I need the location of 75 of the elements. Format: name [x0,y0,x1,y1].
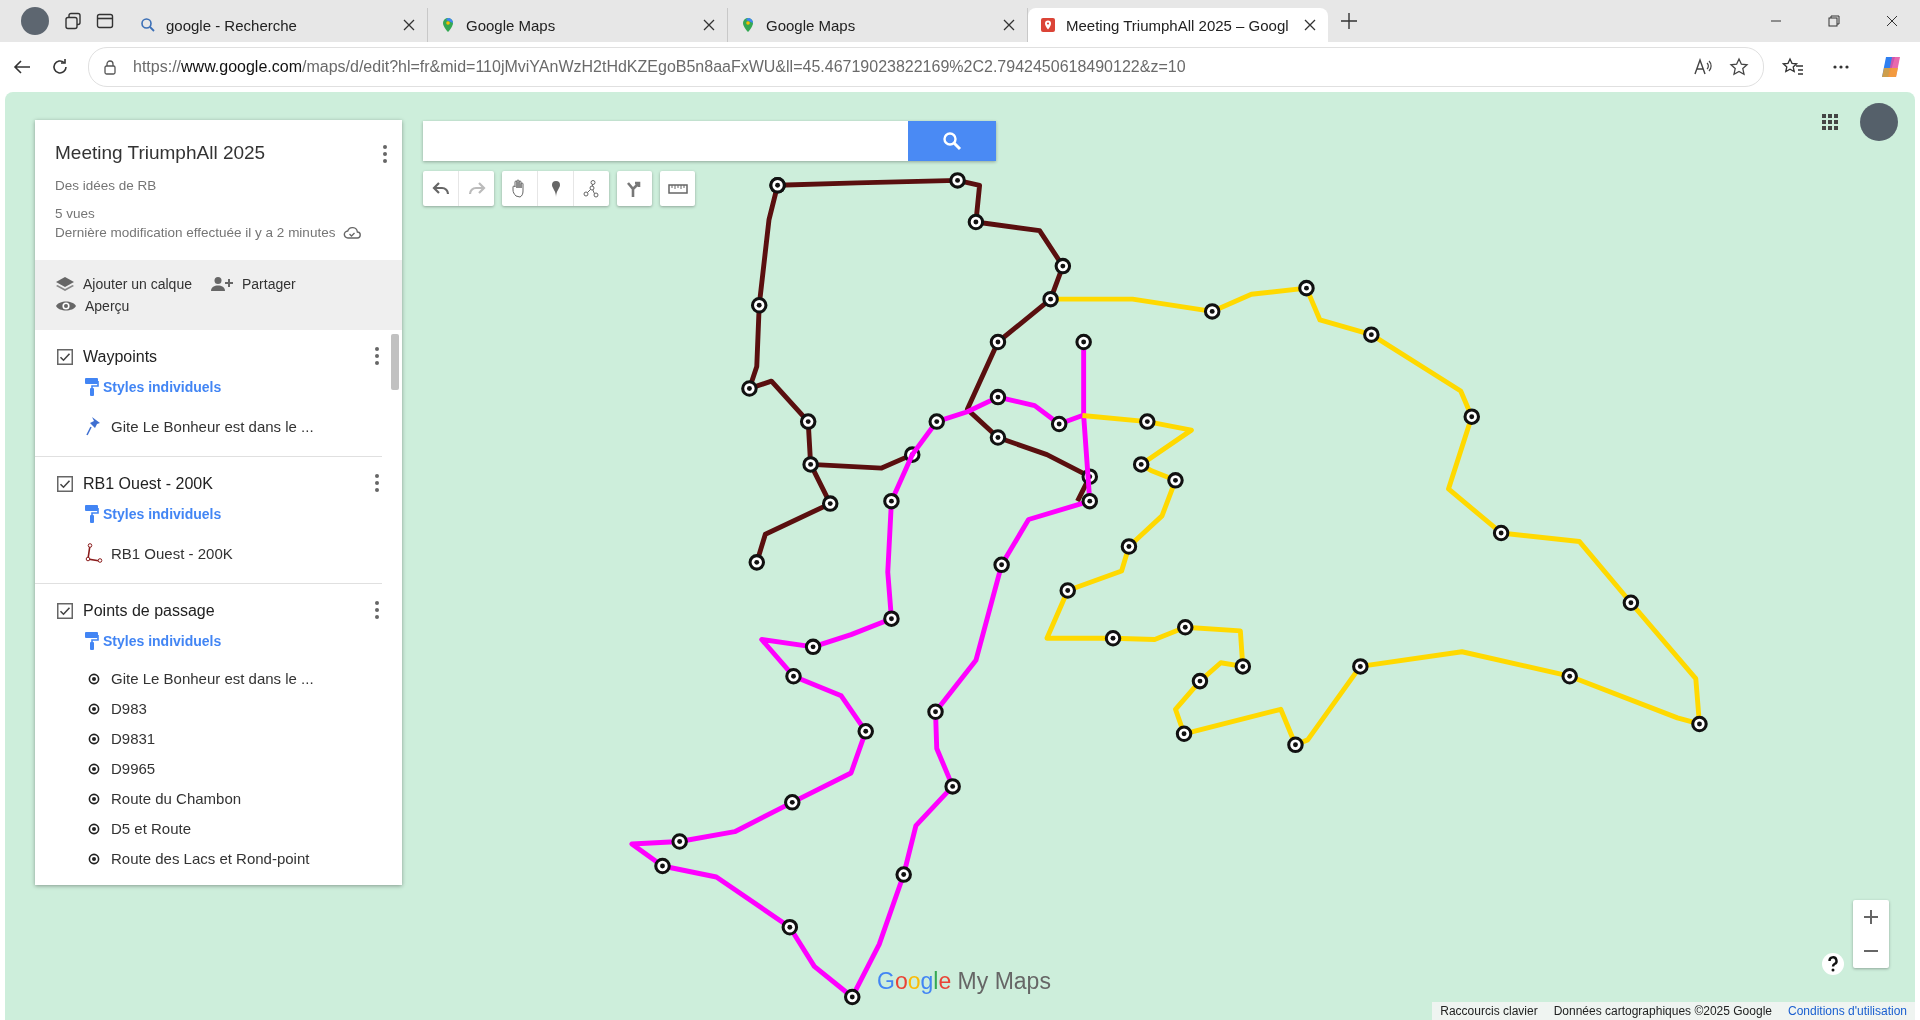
more-options-icon[interactable] [382,144,388,164]
map-pin-icon [1040,17,1056,33]
close-icon[interactable] [1886,15,1898,27]
layer-checkbox[interactable] [57,349,73,365]
close-icon[interactable] [1304,19,1316,31]
layer-checkbox[interactable] [57,603,73,619]
eye-icon [55,299,77,313]
feature-item[interactable]: D9965 [111,760,156,777]
layer-checkbox[interactable] [57,476,73,492]
feature-item[interactable]: Route du Chambon [111,790,242,807]
restore-icon[interactable] [1828,15,1840,27]
feature-item[interactable]: Route des Lacs et Rond-point [111,850,310,867]
more-options-icon[interactable] [374,346,380,366]
more-options-icon[interactable] [374,473,380,493]
panel-action-button[interactable]: Partager [209,276,296,292]
close-icon[interactable] [703,19,715,31]
view-count: 5 vues [55,206,96,221]
more-icon[interactable] [1832,64,1850,70]
layer-name[interactable]: RB1 Ouest - 200K [83,475,213,493]
panel-action-button[interactable]: Ajouter un calque [55,276,192,292]
map-pin-icon [740,17,756,33]
more-options-icon[interactable] [374,600,380,620]
close-icon[interactable] [403,19,415,31]
apps-grid-icon[interactable] [1821,113,1839,131]
feature-item[interactable]: D983 [111,700,147,717]
product-logo: Google My Maps [877,968,1051,995]
browser-tab[interactable]: Meeting TriumphAll 2025 – Googl [1028,8,1328,42]
browser-tab[interactable]: google - Recherche [128,8,428,42]
last-modified-text: Dernière modification effectuée il y a 2 minutes [55,225,336,240]
feature-item[interactable]: RB1 Ouest - 200K [111,544,233,562]
plus-icon [1864,910,1878,924]
cloud-saved-icon [343,225,362,240]
route-line[interactable] [802,446,921,473]
read-aloud-icon[interactable] [1693,58,1713,76]
avatar-icon[interactable] [1859,102,1899,142]
feature-item[interactable]: Gite Le Bonheur est dans le ... [111,417,314,435]
browser-tab[interactable]: Google Maps [428,8,728,42]
layer-name[interactable]: Points de passage [83,602,215,620]
map-description: Des idées de RB [55,178,158,193]
terms-link[interactable]: Conditions d'utilisation [1779,1002,1915,1020]
paint-roller-icon [85,505,99,523]
lock-icon[interactable] [103,59,117,75]
map-title: Meeting TriumphAll 2025 [55,142,267,164]
feature-item[interactable]: Gite Le Bonheur est dans le ... [111,670,314,687]
layer-name[interactable]: Waypoints [83,348,158,366]
feature-item[interactable]: D9831 [111,730,156,747]
search-field[interactable] [423,121,908,161]
search-icon [942,131,962,151]
feature-item[interactable]: D5 et Route [111,820,192,837]
styles-link[interactable]: Styles individuels [85,632,222,650]
paint-roller-icon [85,378,99,396]
vertical-tabs-icon[interactable] [96,12,114,30]
reload-icon[interactable] [50,57,70,77]
styles-link[interactable]: Styles individuels [85,505,222,523]
workspaces-icon[interactable] [64,12,82,30]
panel-action-button[interactable]: Aperçu [55,298,382,314]
polyline-icon [85,543,103,563]
footer-text[interactable]: Raccourcis clavier [1432,1002,1546,1020]
layers-icon [55,276,75,292]
star-icon[interactable] [1729,57,1749,77]
styles-link[interactable]: Styles individuels [85,378,222,396]
favorites-icon[interactable] [1782,57,1804,77]
help-icon[interactable] [1821,952,1845,976]
footer-text[interactable]: Données cartographiques ©2025 Google [1545,1002,1780,1020]
new-tab-icon[interactable] [1340,12,1358,30]
paint-roller-icon [85,632,99,650]
route-line[interactable] [741,177,839,571]
search-icon [140,17,156,33]
map-pin-icon [440,17,456,33]
scrollbar-thumb[interactable] [391,334,399,390]
close-icon[interactable] [1003,19,1015,31]
search-button[interactable] [908,121,996,161]
add-person-icon [209,276,234,292]
profile-icon[interactable] [20,6,50,36]
polyline-icon [581,178,602,199]
